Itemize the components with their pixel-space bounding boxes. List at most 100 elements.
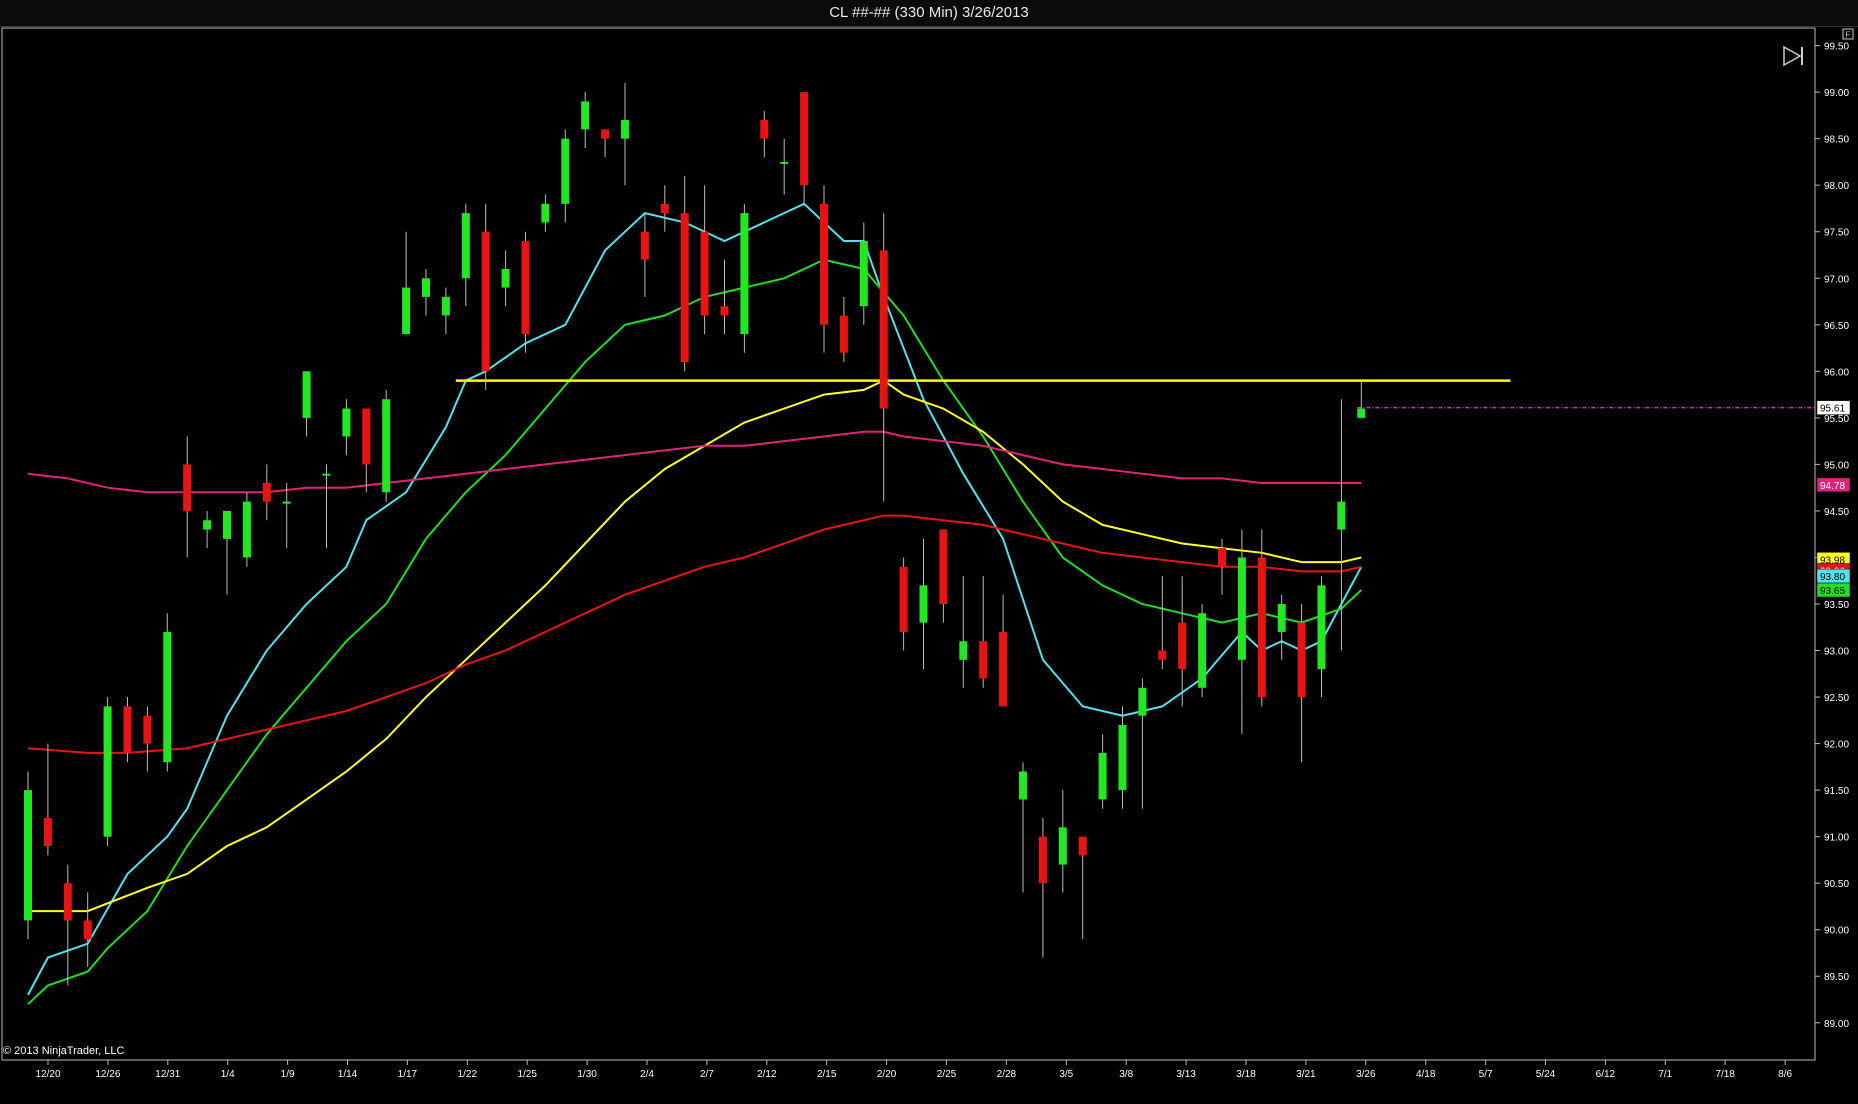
candle-body	[1277, 603, 1286, 632]
x-tick-label: 5/24	[1536, 1069, 1556, 1080]
x-tick-label: 2/20	[877, 1069, 897, 1080]
candle-body	[1297, 622, 1306, 698]
candle-body	[760, 120, 769, 139]
y-tick-label: 89.50	[1824, 972, 1849, 983]
candle	[402, 231, 411, 335]
candle	[203, 510, 212, 549]
candle	[1297, 603, 1306, 763]
candle	[700, 185, 709, 335]
candle-body	[362, 408, 371, 465]
candle-body	[800, 92, 809, 186]
candle-body	[1237, 557, 1246, 660]
candle-body	[1118, 724, 1127, 791]
candle-body	[441, 296, 450, 316]
candle	[63, 864, 72, 986]
x-tick-label: 8/6	[1778, 1069, 1792, 1080]
x-tick-label: 7/1	[1658, 1069, 1672, 1080]
candle	[601, 129, 610, 158]
candle-body	[700, 231, 709, 316]
candle-body	[720, 306, 729, 316]
x-tick-label: 1/9	[281, 1069, 295, 1080]
candle	[760, 110, 769, 158]
candle	[780, 138, 789, 195]
candle	[660, 185, 669, 232]
candle	[83, 892, 92, 967]
candle	[143, 706, 152, 772]
candle-body	[481, 231, 490, 372]
candle	[521, 231, 530, 353]
candle	[919, 538, 928, 670]
candle	[103, 697, 112, 846]
candle	[999, 594, 1008, 707]
price-marker-label: 94.78	[1820, 481, 1845, 492]
candle-body	[1138, 687, 1147, 716]
candle	[581, 92, 590, 148]
candle	[541, 194, 550, 232]
x-tick-label: 2/28	[997, 1069, 1017, 1080]
candle-body	[302, 371, 311, 418]
candle	[481, 203, 490, 390]
candle-body	[461, 213, 470, 279]
price-marker-label: 93.65	[1820, 586, 1845, 597]
candle	[800, 92, 809, 204]
candle-body	[83, 920, 92, 940]
candle-body	[680, 213, 689, 363]
candle	[1317, 576, 1326, 698]
candle-body	[24, 790, 32, 921]
candle-body	[1158, 650, 1167, 660]
candle	[939, 529, 948, 623]
candle-body	[1038, 836, 1047, 884]
candle-body	[621, 120, 629, 139]
candle	[1098, 734, 1107, 809]
candle-body	[103, 706, 112, 837]
candle	[1198, 603, 1207, 698]
x-tick-label: 1/17	[398, 1069, 418, 1080]
candle	[501, 250, 510, 307]
candle-body	[740, 213, 749, 335]
candle	[1118, 706, 1127, 809]
candle	[24, 771, 32, 940]
candle-body	[262, 483, 271, 502]
candle	[1138, 678, 1147, 809]
candle	[1178, 576, 1187, 707]
price-chart[interactable]: 99.50 99.00 98.50 98.00 97.50 97.00 96.50 96.00…	[0, 27, 1858, 1104]
x-tick-label: 7/18	[1715, 1069, 1735, 1080]
y-tick-label: 94.50	[1824, 507, 1849, 518]
x-tick-label: 1/14	[338, 1069, 358, 1080]
candle	[163, 613, 172, 772]
x-tick-label: 1/30	[577, 1069, 597, 1080]
panel-f-icon[interactable]: F	[1842, 28, 1854, 40]
x-tick-label: 2/4	[640, 1069, 654, 1080]
y-tick-label: 92.50	[1824, 693, 1849, 704]
candle-body	[322, 473, 331, 476]
price-marker: 94.78	[1816, 477, 1851, 493]
candle-body	[780, 161, 789, 164]
y-tick-label: 92.00	[1824, 740, 1849, 751]
x-tick-label: 3/13	[1176, 1069, 1196, 1080]
candle	[621, 82, 629, 186]
x-tick-label: 3/18	[1236, 1069, 1256, 1080]
candle	[879, 213, 888, 502]
candle-body	[660, 203, 669, 214]
candle	[461, 203, 470, 307]
candle-body	[1257, 557, 1266, 698]
candle	[1078, 836, 1087, 940]
indicator-lines	[27, 202, 1363, 1005]
candle	[959, 576, 968, 688]
candle-body	[282, 501, 291, 504]
candle	[1158, 576, 1167, 670]
y-tick-label: 91.50	[1824, 786, 1849, 797]
y-tick-label: 95.50	[1824, 414, 1849, 425]
candle-body	[839, 315, 848, 353]
candle-body	[183, 464, 192, 511]
y-tick-label: 96.50	[1824, 321, 1849, 332]
candle	[740, 203, 749, 353]
candle-body	[879, 250, 888, 409]
candle-body	[999, 631, 1008, 707]
candle	[720, 259, 729, 335]
scroll-end-icon[interactable]	[1783, 45, 1803, 67]
plot-border	[1, 27, 1816, 1061]
candle-body	[422, 278, 430, 297]
candle	[1357, 380, 1366, 418]
candle-body	[601, 129, 610, 139]
